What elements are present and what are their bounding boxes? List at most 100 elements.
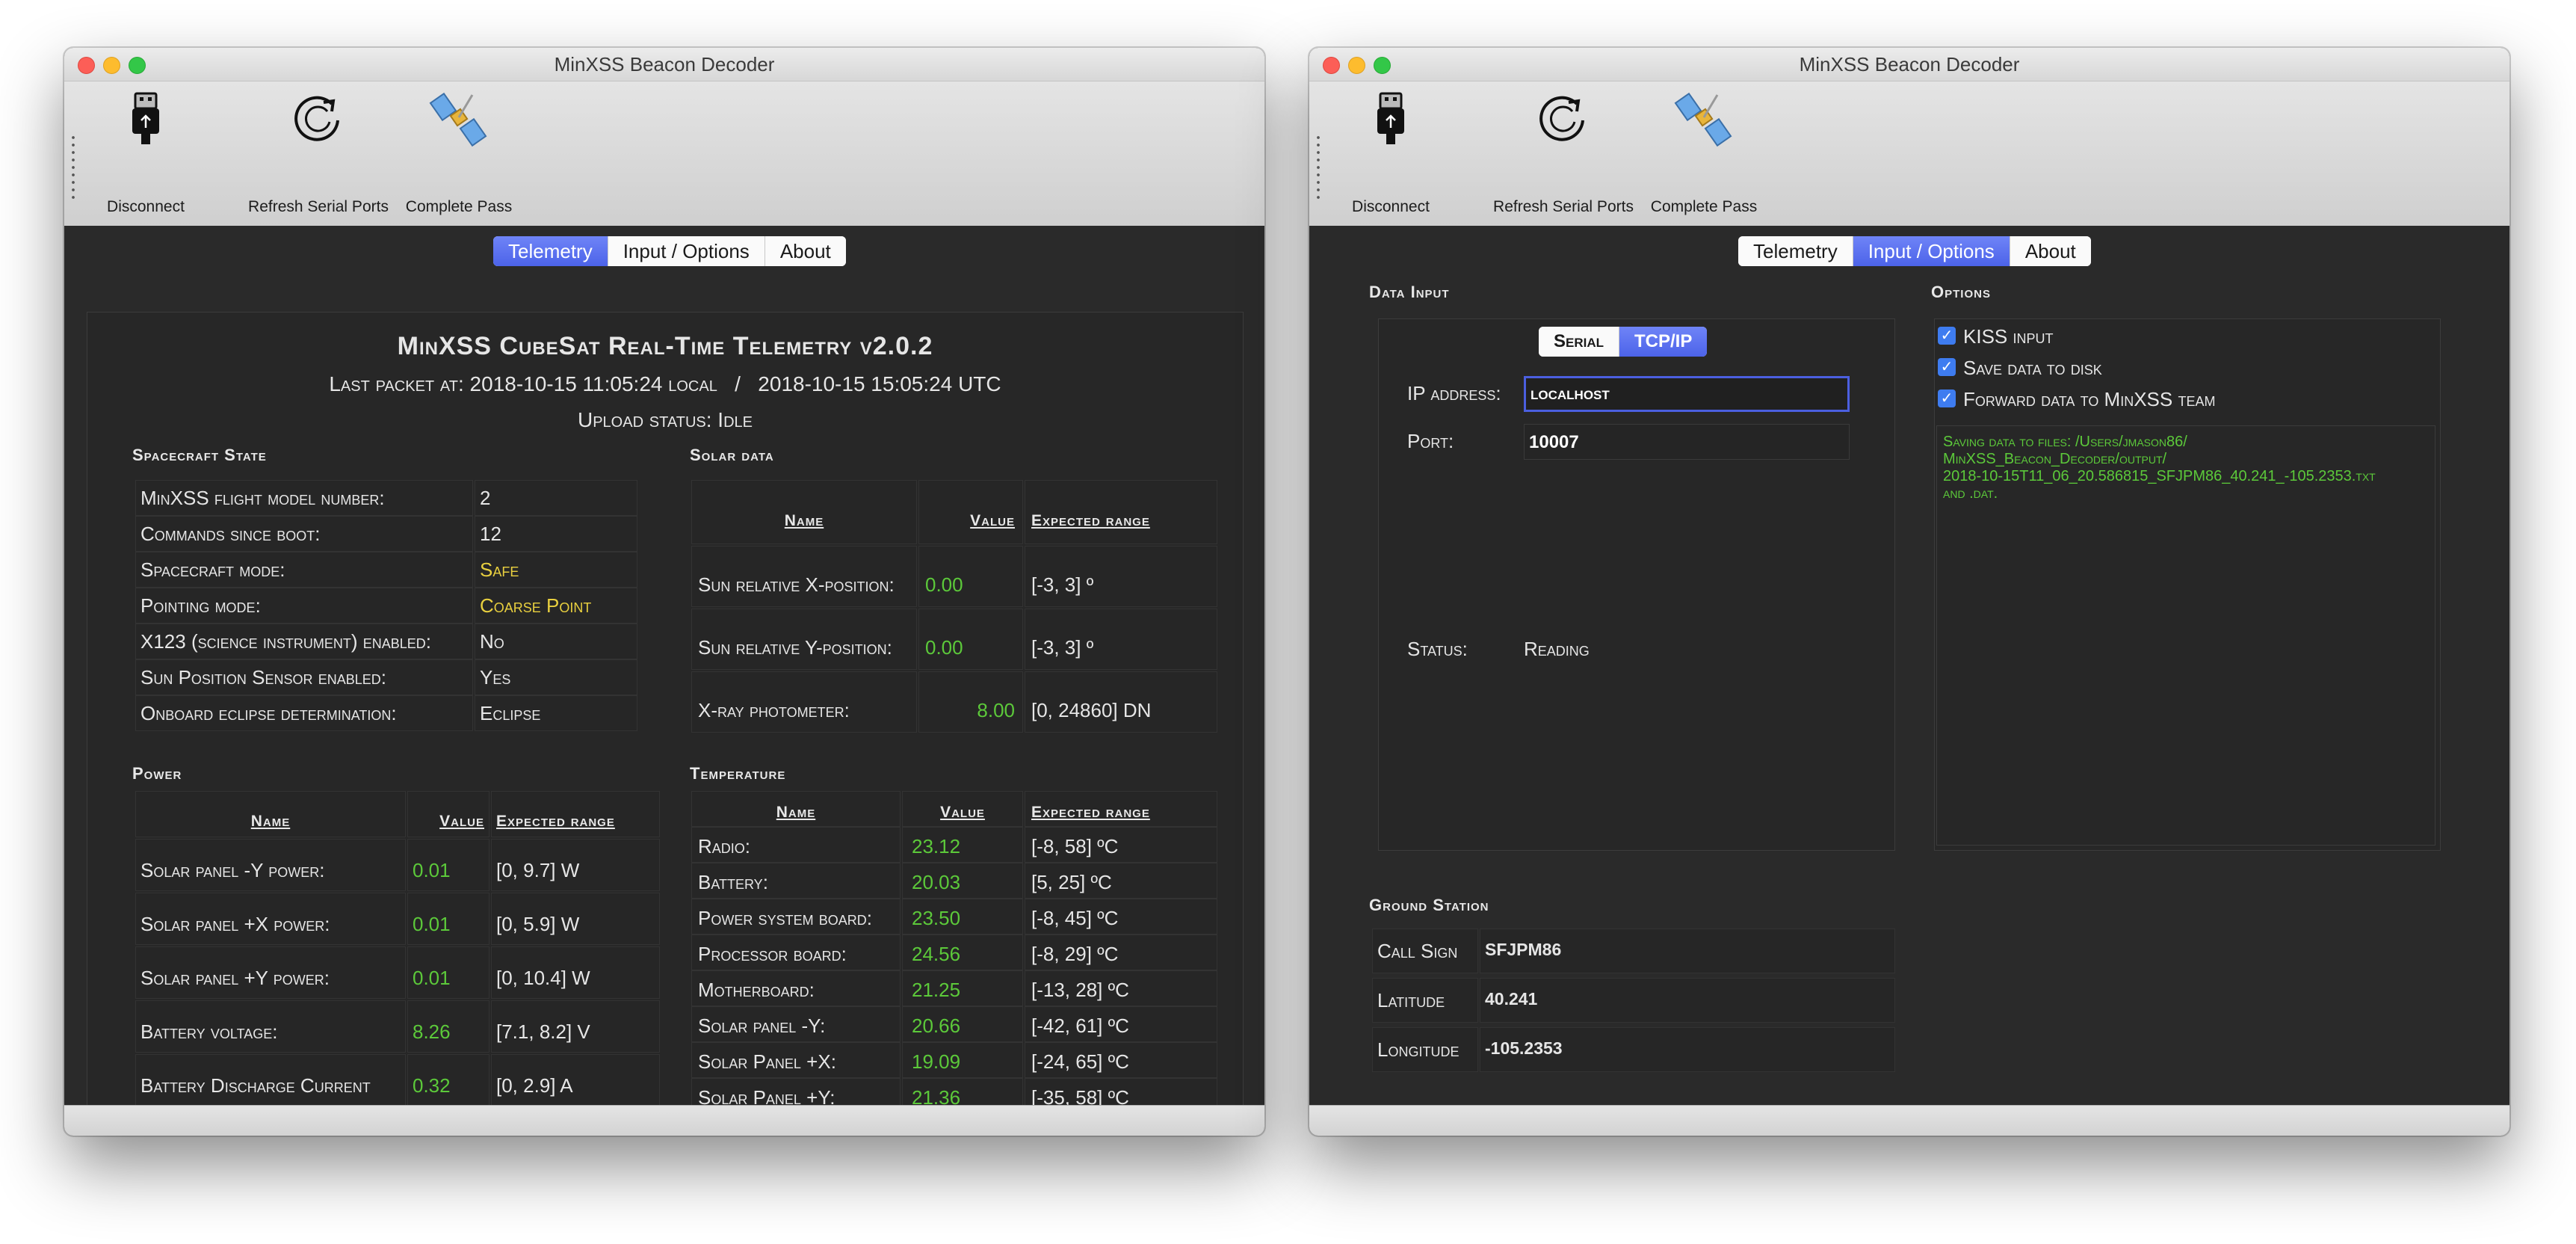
ground-station-value[interactable]: SFJPM86 <box>1480 929 1895 973</box>
port-label: Port: <box>1407 430 1454 452</box>
maximize-window-button[interactable] <box>129 57 146 74</box>
satellite-icon <box>1674 92 1732 147</box>
main-tabs: Telemetry Input / Options About <box>493 236 846 266</box>
toolbar-grip[interactable] <box>72 134 75 201</box>
telemetry-title: MinXSS CubeSat Real-Time Telemetry v2.0.… <box>397 332 933 360</box>
toolbar: Disconnect Refresh Serial Ports Complete… <box>64 81 1264 227</box>
ground-station-value[interactable]: -105.2353 <box>1480 1027 1895 1072</box>
ground-station-value[interactable]: 40.241 <box>1480 978 1895 1023</box>
temperature-value: 21.25 <box>902 970 1023 1006</box>
port-input[interactable]: 10007 <box>1524 424 1850 460</box>
tab-input-options[interactable]: Input / Options <box>608 236 765 266</box>
temperature-row: Power system board: <box>691 899 901 934</box>
tab-telemetry[interactable]: Telemetry <box>1738 236 1853 266</box>
refresh-icon <box>294 96 339 141</box>
log-line: and .dat. <box>1943 485 1998 502</box>
ground-station-label: Call Sign <box>1372 929 1478 973</box>
spacecraft-state-header: Spacecraft State <box>132 446 267 464</box>
minimize-window-button[interactable] <box>1348 57 1365 74</box>
power-value: 0.01 <box>407 946 489 999</box>
temperature-value: 19.09 <box>902 1042 1023 1078</box>
log-line: Saving data to files: /Users/jmason86/ <box>1943 434 2187 450</box>
state-value: Yes <box>475 659 637 695</box>
solar-value: 8.00 <box>918 671 1023 733</box>
temperature-range: [-8, 29] ºC <box>1025 934 1217 970</box>
column-header: Name <box>691 791 901 827</box>
state-value: 2 <box>475 480 637 516</box>
state-row: Spacecraft mode: <box>135 552 473 588</box>
close-window-button[interactable] <box>1323 57 1340 74</box>
temperature-value: 23.12 <box>902 827 1023 863</box>
complete-pass-button[interactable]: Complete Pass <box>406 89 512 224</box>
temperature-value: 23.50 <box>902 899 1023 934</box>
power-range: [0, 9.7] W <box>491 839 660 891</box>
upload-status-text: Upload status: Idle <box>578 408 753 431</box>
refresh-icon <box>1539 96 1584 141</box>
power-range: [7.1, 8.2] V <box>491 1000 660 1053</box>
state-row: Sun Position Sensor enabled: <box>135 659 473 695</box>
solar-range: [-3, 3] º <box>1025 609 1217 670</box>
solar-value: 0.00 <box>918 609 1023 670</box>
state-row: Commands since boot: <box>135 516 473 552</box>
ip-address-label: IP address: <box>1407 382 1501 404</box>
input-options-window: MinXSS Beacon Decoder Disconnect Refresh… <box>1309 48 2509 1136</box>
main-tabs: Telemetry Input / Options About <box>1738 236 2091 266</box>
solar-row: X-ray photometer: <box>691 671 917 733</box>
ip-address-input[interactable]: localhost <box>1524 376 1850 412</box>
temperature-row: Solar panel -Y: <box>691 1006 901 1042</box>
power-range: [0, 2.9] A <box>491 1054 660 1106</box>
titlebar[interactable]: MinXSS Beacon Decoder <box>64 48 1264 81</box>
tab-serial[interactable]: Serial <box>1539 327 1620 357</box>
close-window-button[interactable] <box>78 57 95 74</box>
status-bar <box>64 1105 1264 1136</box>
state-row: Onboard eclipse determination: <box>135 695 473 731</box>
options-panel: ✓ KISS input ✓ Save data to disk ✓ Forwa… <box>1934 318 2441 851</box>
power-row: Solar panel +X power: <box>135 893 406 945</box>
column-header: Name <box>691 480 917 544</box>
state-row: Pointing mode: <box>135 588 473 623</box>
state-row: X123 (science instrument) enabled: <box>135 623 473 659</box>
temperature-row: Battery: <box>691 863 901 899</box>
solar-value: 0.00 <box>918 546 1023 607</box>
power-value: 0.01 <box>407 893 489 945</box>
input-options-content: Telemetry Input / Options About Data Inp… <box>1309 226 2509 1106</box>
complete-pass-button[interactable]: Complete Pass <box>1651 89 1757 224</box>
ground-station-label: Latitude <box>1372 978 1478 1023</box>
tab-tcpip[interactable]: TCP/IP <box>1619 327 1708 357</box>
temperature-row: Processor board: <box>691 934 901 970</box>
state-value: Safe <box>475 552 637 588</box>
tab-input-options[interactable]: Input / Options <box>1853 236 2010 266</box>
temperature-value: 20.03 <box>902 863 1023 899</box>
satellite-icon <box>429 92 487 147</box>
toolbar-grip[interactable] <box>1317 134 1320 201</box>
column-header: Value <box>407 791 489 837</box>
complete-pass-label: Complete Pass <box>1650 198 1758 215</box>
state-value: No <box>475 623 637 659</box>
temperature-range: [5, 25] ºC <box>1025 863 1217 899</box>
state-value: 12 <box>475 516 637 552</box>
window-title: MinXSS Beacon Decoder <box>1799 53 2020 76</box>
temperature-row: Solar Panel +X: <box>691 1042 901 1078</box>
checkbox-checked-icon[interactable]: ✓ <box>1938 327 1956 345</box>
tab-telemetry[interactable]: Telemetry <box>493 236 608 266</box>
temperature-value: 20.66 <box>902 1006 1023 1042</box>
maximize-window-button[interactable] <box>1374 57 1391 74</box>
temperature-range: [-13, 28] ºC <box>1025 970 1217 1006</box>
tab-about[interactable]: About <box>2010 236 2091 266</box>
power-row: Battery Discharge Current <box>135 1054 406 1106</box>
temperature-row: Motherboard: <box>691 970 901 1006</box>
log-output[interactable]: Saving data to files: /Users/jmason86/ M… <box>1936 425 2436 846</box>
status-value: Reading <box>1524 638 1590 660</box>
power-row: Solar panel +Y power: <box>135 946 406 999</box>
log-line: MinXSS_Beacon_Decoder/output/ <box>1943 451 2167 467</box>
telemetry-panel: MinXSS CubeSat Real-Time Telemetry v2.0.… <box>87 312 1244 1121</box>
solar-row: Sun relative Y-position: <box>691 609 917 670</box>
titlebar[interactable]: MinXSS Beacon Decoder <box>1309 48 2509 81</box>
tab-about[interactable]: About <box>765 236 846 266</box>
temperature-range: [-8, 58] ºC <box>1025 827 1217 863</box>
usb-plug-icon <box>132 92 159 144</box>
minimize-window-button[interactable] <box>103 57 120 74</box>
telemetry-content: Telemetry Input / Options About MinXSS C… <box>64 226 1264 1121</box>
checkbox-checked-icon[interactable]: ✓ <box>1938 389 1956 407</box>
checkbox-checked-icon[interactable]: ✓ <box>1938 358 1956 376</box>
